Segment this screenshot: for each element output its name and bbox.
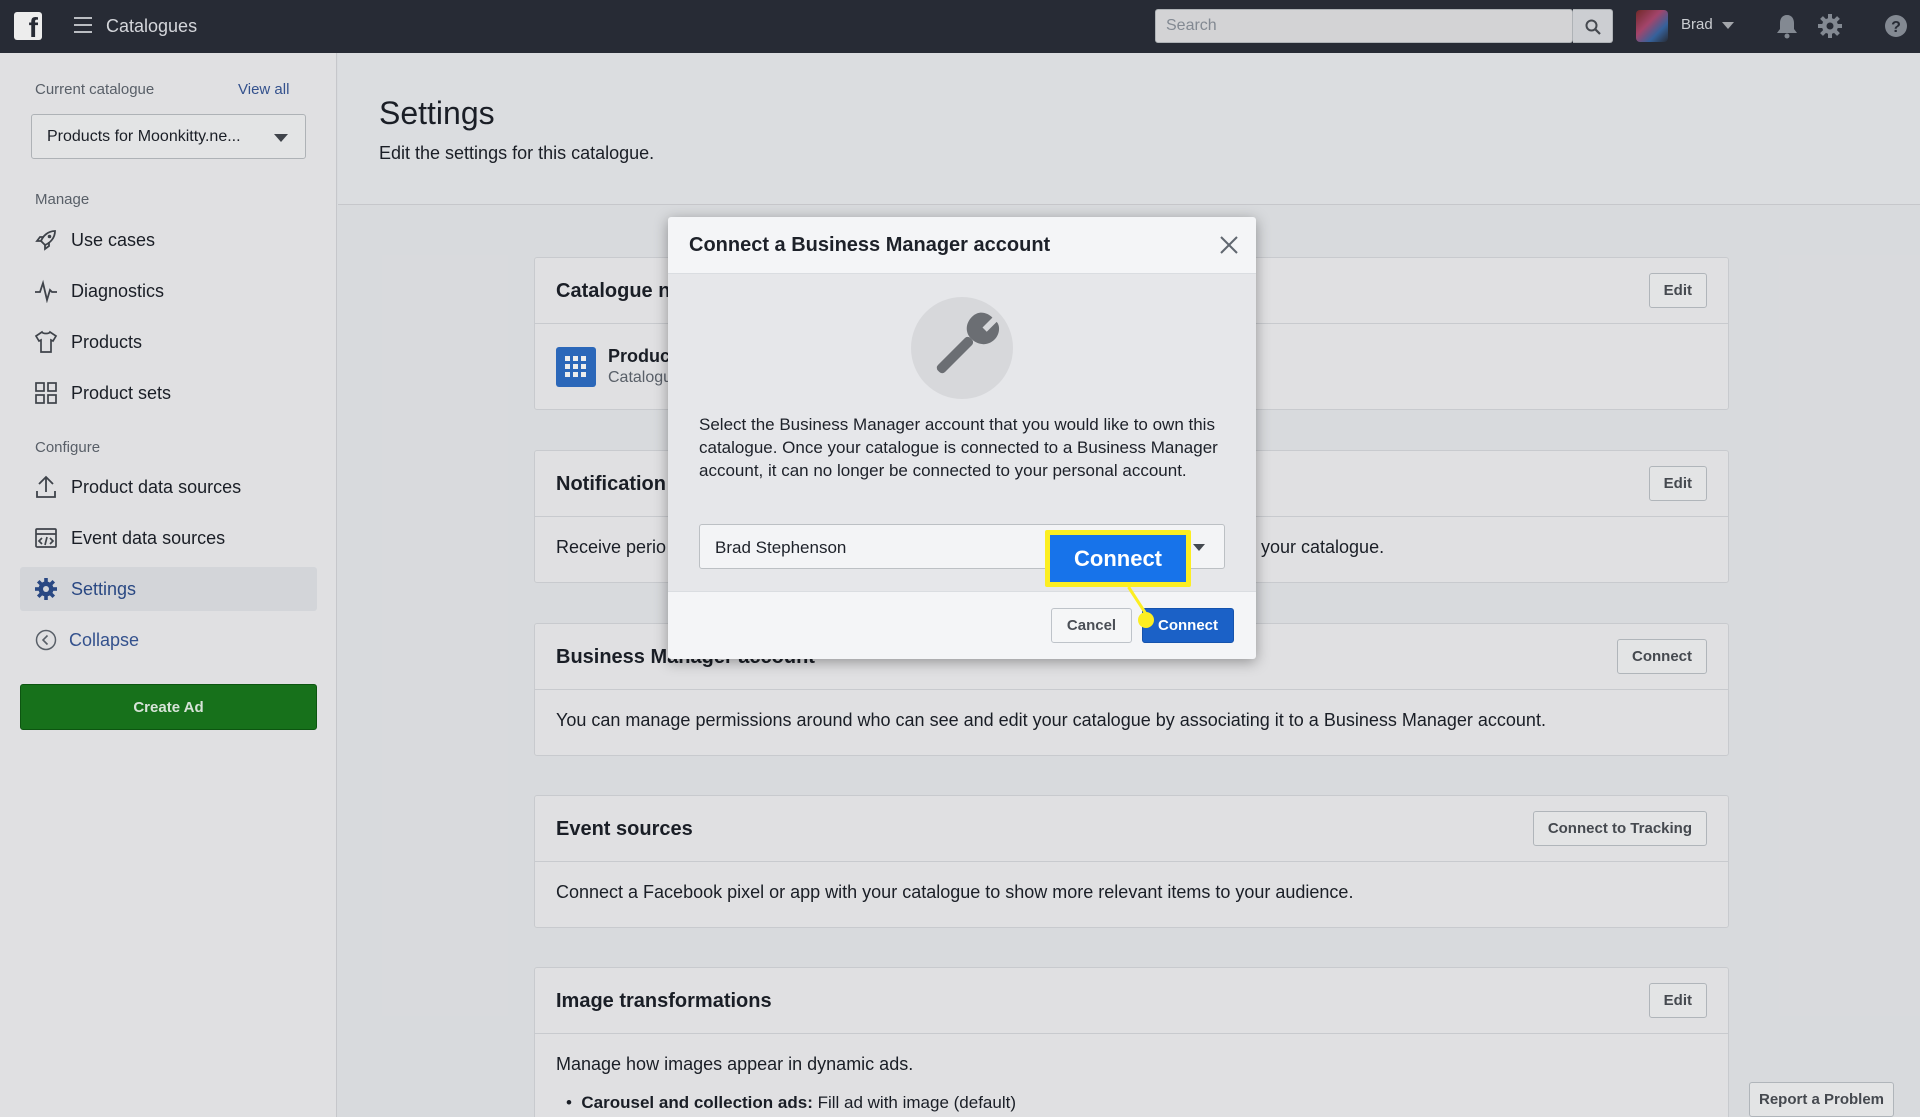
connect-business-manager-dialog: Connect a Business Manager account Selec… [668,217,1256,659]
wrench-icon [911,297,1013,399]
close-icon[interactable] [1218,234,1240,256]
callout-label: Connect [1050,535,1186,582]
connect-button[interactable]: Connect [1142,608,1234,643]
dialog-description: Select the Business Manager account that… [699,415,1218,480]
selected-account-value: Brad Stephenson [715,538,847,557]
connect-callout: Connect [1045,530,1191,587]
cancel-button[interactable]: Cancel [1051,608,1132,643]
dialog-title: Connect a Business Manager account [689,234,1051,256]
chevron-down-icon [1193,544,1205,551]
callout-dot [1138,612,1154,628]
